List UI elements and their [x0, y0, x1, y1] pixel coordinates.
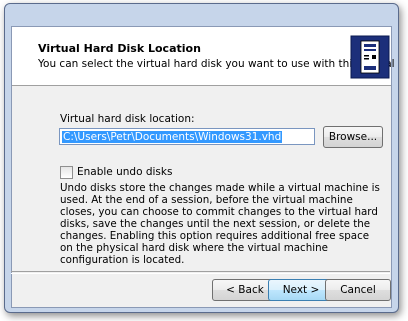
page-subtitle: You can select the virtual hard disk you… [38, 58, 398, 70]
wizard-client-area: Virtual Hard Disk Location You can selec… [11, 26, 398, 308]
wizard-header: Virtual Hard Disk Location You can selec… [12, 27, 398, 86]
undo-disks-checkbox[interactable] [60, 166, 73, 179]
wizard-window: Virtual Hard Disk Location You can selec… [4, 3, 399, 313]
undo-disks-description: Undo disks store the changes made while … [60, 182, 380, 266]
cancel-button[interactable]: Cancel [325, 279, 391, 301]
location-label: Virtual hard disk location: [60, 113, 195, 125]
server-computer-icon [350, 35, 390, 79]
undo-disks-label[interactable]: Enable undo disks [77, 166, 172, 178]
location-input-value: C:\Users\Petr\Documents\Windows31.vhd [62, 131, 283, 143]
location-input[interactable]: C:\Users\Petr\Documents\Windows31.vhd [59, 128, 315, 145]
button-separator [11, 271, 390, 274]
page-title: Virtual Hard Disk Location [38, 42, 201, 55]
browse-button[interactable]: Browse... [323, 126, 383, 148]
